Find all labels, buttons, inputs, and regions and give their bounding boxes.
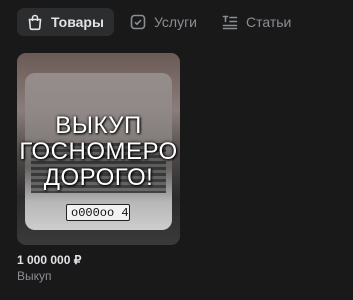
shopping-bag-icon (26, 13, 44, 31)
license-plate: о000оо 42 (66, 204, 130, 221)
photo-caption-line: ГОСНОМЕРО (19, 138, 178, 165)
photo-caption: ВЫКУП ГОСНОМЕРО ДОРОГО! (17, 113, 180, 191)
tab-bar: Товары Услуги Статьи (17, 8, 306, 36)
tab-goods[interactable]: Товары (17, 8, 114, 36)
product-photo[interactable]: ВЫКУП ГОСНОМЕРО ДОРОГО! о000оо 42 (17, 53, 180, 245)
product-price: 1 000 000 ₽ (17, 253, 82, 267)
product-card[interactable]: ВЫКУП ГОСНОМЕРО ДОРОГО! о000оо 42 (17, 53, 180, 245)
article-list-icon (221, 13, 239, 31)
tab-articles-label: Статьи (246, 14, 292, 30)
tab-articles[interactable]: Статьи (212, 8, 300, 36)
tab-goods-label: Товары (51, 14, 104, 30)
tab-services[interactable]: Услуги (120, 8, 206, 36)
product-title[interactable]: Выкуп (17, 269, 52, 283)
tab-services-label: Услуги (153, 14, 197, 30)
photo-caption-line: ДОРОГО! (43, 164, 154, 191)
check-square-icon (129, 13, 147, 31)
photo-caption-line: ВЫКУП (55, 112, 142, 139)
